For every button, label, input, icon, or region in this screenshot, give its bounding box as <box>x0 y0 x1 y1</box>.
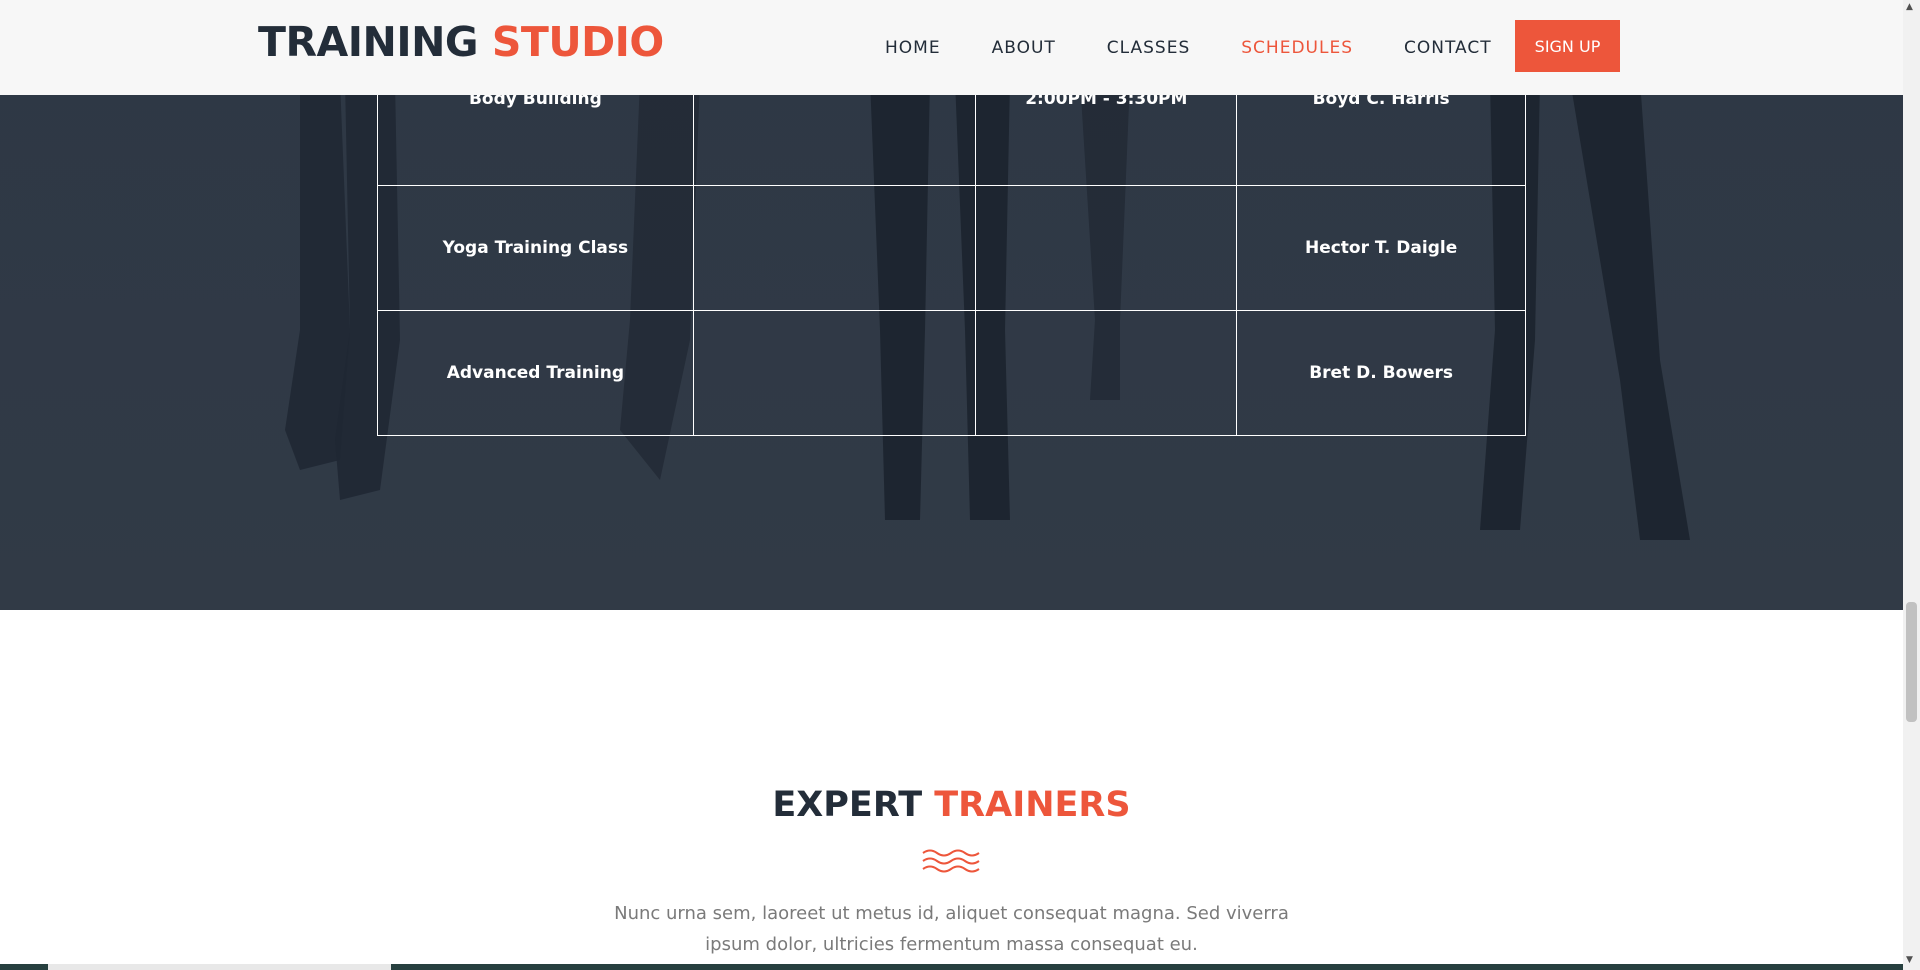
nav-contact[interactable]: CONTACT <box>1404 38 1492 58</box>
logo-text-primary: TRAINING <box>258 18 479 66</box>
next-section-edge <box>0 964 1903 970</box>
description-line: ipsum dolor, ultricies fermentum massa c… <box>705 934 1198 955</box>
main-nav: HOME ABOUT CLASSES SCHEDULES CONTACT <box>885 0 1543 95</box>
trainer-cell: Hector T. Daigle <box>1236 185 1526 311</box>
site-logo[interactable]: TRAINING STUDIO <box>258 18 664 66</box>
class-name-cell: Yoga Training Class <box>377 185 694 311</box>
nav-home[interactable]: HOME <box>885 38 941 58</box>
schedule-table: Body Building 2:00PM - 3:30PM Boyd C. Ha… <box>377 60 1526 436</box>
schedule-cell <box>692 310 977 436</box>
class-name-cell: Advanced Training <box>377 310 694 436</box>
schedule-cell <box>692 185 977 311</box>
table-row: Advanced Training Bret D. Bowers <box>377 310 1526 436</box>
trainer-cell: Bret D. Bowers <box>1236 310 1526 436</box>
description-line: Nunc urna sem, laoreet ut metus id, aliq… <box>614 903 1289 924</box>
section-title: EXPERT TRAINERS <box>0 785 1903 825</box>
logo-text-accent: STUDIO <box>491 18 664 66</box>
table-row: Yoga Training Class Hector T. Daigle <box>377 185 1526 311</box>
section-title-accent: TRAINERS <box>934 785 1131 825</box>
scroll-up-arrow-icon[interactable]: ▲ <box>1906 2 1913 12</box>
next-section-card-edge <box>48 964 391 970</box>
wave-divider-icon <box>922 849 980 873</box>
nav-schedules[interactable]: SCHEDULES <box>1241 38 1353 58</box>
site-header: TRAINING STUDIO HOME ABOUT CLASSES SCHED… <box>0 0 1903 95</box>
page-scrollbar[interactable] <box>1903 0 1920 970</box>
section-title-primary: EXPERT <box>772 785 923 825</box>
sign-up-button[interactable]: SIGN UP <box>1515 20 1620 72</box>
nav-about[interactable]: ABOUT <box>992 38 1056 58</box>
scroll-down-arrow-icon[interactable]: ▼ <box>1906 955 1913 965</box>
section-description: Nunc urna sem, laoreet ut metus id, aliq… <box>600 898 1303 960</box>
time-cell <box>975 185 1238 311</box>
nav-classes[interactable]: CLASSES <box>1107 38 1190 58</box>
scrollbar-thumb[interactable] <box>1906 602 1917 722</box>
time-cell <box>975 310 1238 436</box>
